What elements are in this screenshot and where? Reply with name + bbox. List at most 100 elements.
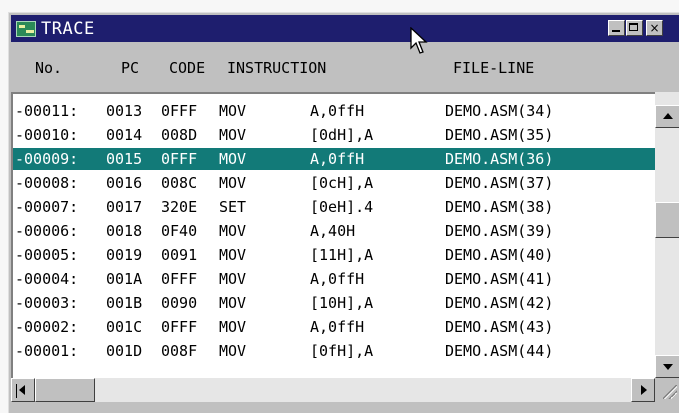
cell-pc: 001D xyxy=(106,342,143,360)
cell-mnemonic: MOV xyxy=(219,246,247,264)
scroll-down-button[interactable] xyxy=(655,355,679,378)
trace-row[interactable]: -00004: 001A 0FFF MOV A,0ffH DEMO.ASM(41) xyxy=(13,268,655,290)
trace-row-selected[interactable]: -00009: 0015 0FFF MOV A,0ffH DEMO.ASM(36) xyxy=(13,148,655,170)
cell-code: 008C xyxy=(161,174,198,192)
cell-operand: A,0ffH xyxy=(310,270,365,288)
cell-mnemonic: MOV xyxy=(219,318,247,336)
cell-no: -00010: xyxy=(15,126,79,144)
cell-mnemonic: MOV xyxy=(219,102,247,120)
scroll-left-button[interactable] xyxy=(11,378,35,402)
trace-row[interactable]: -00008: 0016 008C MOV [0cH],A DEMO.ASM(37) xyxy=(13,172,655,194)
cell-pc: 0017 xyxy=(106,198,143,216)
column-header: No. PC CODE INSTRUCTION FILE-LINE xyxy=(11,43,679,87)
cell-code: 0FFF xyxy=(161,150,198,168)
arrow-down-icon xyxy=(663,364,673,370)
cell-file: DEMO.ASM(40) xyxy=(445,246,554,264)
cell-file: DEMO.ASM(42) xyxy=(445,294,554,312)
cell-file: DEMO.ASM(36) xyxy=(445,150,554,168)
cell-code: 008D xyxy=(161,126,198,144)
cell-pc: 001B xyxy=(106,294,143,312)
cell-pc: 0016 xyxy=(106,174,143,192)
cell-operand: A,0ffH xyxy=(310,318,365,336)
cell-pc: 0018 xyxy=(106,222,143,240)
cell-mnemonic: SET xyxy=(219,198,247,216)
trace-row[interactable]: -00003: 001B 0090 MOV [10H],A DEMO.ASM(42) xyxy=(13,292,655,314)
vertical-scrollbar[interactable] xyxy=(655,92,679,378)
scroll-left-divider xyxy=(16,384,17,398)
trace-row[interactable]: -00011: 0013 0FFF MOV A,0ffH DEMO.ASM(34) xyxy=(13,100,655,122)
cell-file: DEMO.ASM(35) xyxy=(445,126,554,144)
header-pc: PC xyxy=(121,59,140,77)
trace-row[interactable]: -00010: 0014 008D MOV [0dH],A DEMO.ASM(35) xyxy=(13,124,655,146)
cell-file: DEMO.ASM(41) xyxy=(445,270,554,288)
cell-mnemonic: MOV xyxy=(219,126,247,144)
cell-code: 320E xyxy=(161,198,198,216)
trace-row[interactable]: -00006: 0018 0F40 MOV A,40H DEMO.ASM(39) xyxy=(13,220,655,242)
cell-file: DEMO.ASM(43) xyxy=(445,318,554,336)
trace-row[interactable]: -00002: 001C 0FFF MOV A,0ffH DEMO.ASM(43) xyxy=(13,316,655,338)
cell-no: -00005: xyxy=(15,246,79,264)
trace-window: TRACE × No. PC CODE INSTRUCTION FILE-LIN… xyxy=(8,12,679,413)
cell-code: 0FFF xyxy=(161,318,198,336)
cell-mnemonic: MOV xyxy=(219,270,247,288)
resize-grip[interactable] xyxy=(655,378,679,402)
cell-pc: 001A xyxy=(106,270,143,288)
header-no: No. xyxy=(35,59,63,77)
minimize-button[interactable] xyxy=(608,20,625,36)
cell-no: -00003: xyxy=(15,294,79,312)
cell-pc: 0019 xyxy=(106,246,143,264)
header-instruction: INSTRUCTION xyxy=(227,59,327,77)
cell-file: DEMO.ASM(44) xyxy=(445,342,554,360)
cell-mnemonic: MOV xyxy=(219,342,247,360)
scroll-right-button[interactable] xyxy=(631,378,655,402)
cell-no: -00004: xyxy=(15,270,79,288)
cell-pc: 0015 xyxy=(106,150,143,168)
vertical-scroll-thumb[interactable] xyxy=(655,202,679,238)
header-code: CODE xyxy=(169,59,206,77)
cell-mnemonic: MOV xyxy=(219,150,247,168)
cell-no: -00002: xyxy=(15,318,79,336)
cell-mnemonic: MOV xyxy=(219,222,247,240)
cell-mnemonic: MOV xyxy=(219,294,247,312)
cell-code: 0F40 xyxy=(161,222,198,240)
cell-code: 0FFF xyxy=(161,102,198,120)
trace-row[interactable]: -00005: 0019 0091 MOV [11H],A DEMO.ASM(40) xyxy=(13,244,655,266)
cell-code: 0091 xyxy=(161,246,198,264)
cell-mnemonic: MOV xyxy=(219,174,247,192)
header-file-line: FILE-LINE xyxy=(453,59,535,77)
arrow-up-icon xyxy=(663,113,673,119)
cell-code: 0090 xyxy=(161,294,198,312)
cell-operand: [0dH],A xyxy=(310,126,374,144)
cell-no: -00001: xyxy=(15,342,79,360)
cell-pc: 0013 xyxy=(106,102,143,120)
scroll-up-button[interactable] xyxy=(655,105,679,128)
trace-window-icon[interactable] xyxy=(16,21,36,37)
arrow-left-icon xyxy=(19,385,25,395)
cell-no: -00009: xyxy=(15,150,79,168)
title-bar[interactable]: TRACE × xyxy=(11,15,679,42)
cell-file: DEMO.ASM(34) xyxy=(445,102,554,120)
cell-pc: 0014 xyxy=(106,126,143,144)
cell-pc: 001C xyxy=(106,318,143,336)
trace-row[interactable]: -00007: 0017 320E SET [0eH].4 DEMO.ASM(38) xyxy=(13,196,655,218)
cell-code: 008F xyxy=(161,342,198,360)
cell-file: DEMO.ASM(38) xyxy=(445,198,554,216)
horizontal-scrollbar[interactable] xyxy=(11,378,655,402)
cell-file: DEMO.ASM(39) xyxy=(445,222,554,240)
window-title: TRACE xyxy=(41,19,95,39)
trace-list[interactable]: -00011: 0013 0FFF MOV A,0ffH DEMO.ASM(34) -000… xyxy=(11,92,655,378)
close-icon: × xyxy=(649,21,660,35)
cell-operand: [11H],A xyxy=(310,246,374,264)
cell-operand: [0eH].4 xyxy=(310,198,374,216)
cell-code: 0FFF xyxy=(161,270,198,288)
cell-no: -00011: xyxy=(15,102,79,120)
trace-row[interactable]: -00001: 001D 008F MOV [0fH],A DEMO.ASM(44) xyxy=(13,340,655,362)
horizontal-scroll-thumb[interactable] xyxy=(35,378,95,402)
close-button[interactable]: × xyxy=(646,20,663,36)
maximize-button[interactable] xyxy=(626,20,643,36)
cell-file: DEMO.ASM(37) xyxy=(445,174,554,192)
cell-no: -00008: xyxy=(15,174,79,192)
cell-no: -00007: xyxy=(15,198,79,216)
cell-operand: A,40H xyxy=(310,222,356,240)
cell-operand: A,0ffH xyxy=(310,102,365,120)
